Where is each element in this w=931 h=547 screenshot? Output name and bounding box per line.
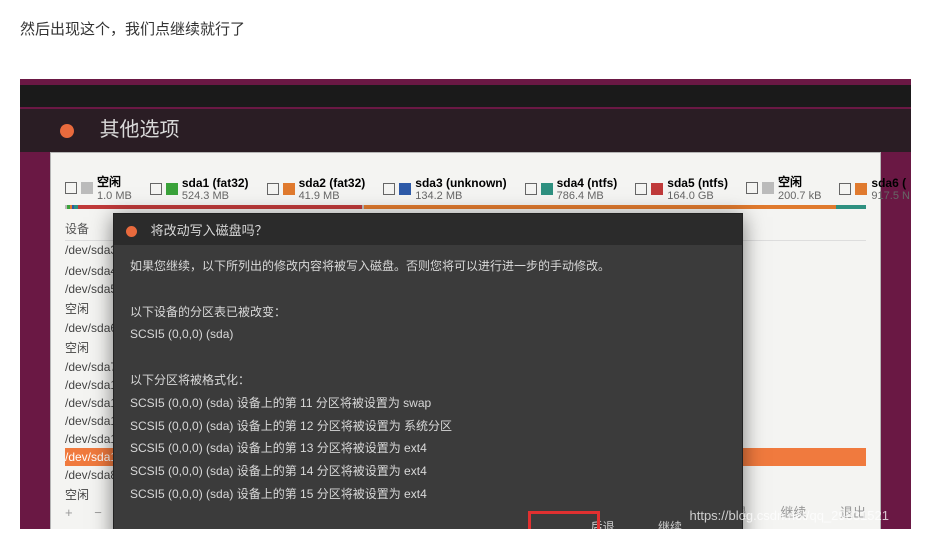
dialog-text: SCSI5 (0,0,0) (sda) 设备上的第 11 分区将被设置为 swa… (130, 392, 726, 415)
dialog-close-icon[interactable] (126, 226, 137, 237)
dialog-text: 以下分区将被格式化： (130, 369, 726, 392)
dialog-text: SCSI5 (0,0,0) (sda) (130, 323, 726, 346)
close-icon[interactable] (60, 124, 74, 138)
dialog-text: SCSI5 (0,0,0) (sda) 设备上的第 14 分区将被设置为 ext… (130, 460, 726, 483)
window-title-bar: 其他选项 (20, 109, 911, 152)
dialog-text: 如果您继续，以下所列出的修改内容将被写入磁盘。否则您将可以进行进一步的手动修改。 (130, 255, 726, 278)
watermark-text: https://blog.csdn.net/qq_29631521 (690, 508, 890, 523)
confirm-dialog: 将改动写入磁盘吗？ 如果您继续，以下所列出的修改内容将被写入磁盘。否则您将可以进… (113, 213, 743, 529)
checkbox-icon[interactable] (65, 182, 77, 194)
partition-legend-item: sda3 (unknown)134.2 MB (383, 176, 506, 202)
checkbox-icon[interactable] (746, 182, 758, 194)
partition-panel: 空闲1.0 MB sda1 (fat32)524.3 MB sda2 (fat3… (50, 152, 881, 529)
article-caption: 然后出现这个，我们点继续就行了 (0, 0, 931, 79)
dialog-text: SCSI5 (0,0,0) (sda) 设备上的第 13 分区将被设置为 ext… (130, 437, 726, 460)
color-swatch (81, 182, 93, 194)
partition-legend-item: 空闲1.0 MB (65, 173, 132, 202)
checkbox-icon[interactable] (383, 183, 395, 195)
dialog-back-button[interactable]: 后退 (591, 518, 615, 529)
checkbox-icon[interactable] (150, 183, 162, 195)
dialog-text: SCSI5 (0,0,0) (sda) 设备上的第 12 分区将被设置为 系统分… (130, 415, 726, 438)
partition-legend: 空闲1.0 MB sda1 (fat32)524.3 MB sda2 (fat3… (65, 173, 866, 202)
checkbox-icon[interactable] (839, 183, 851, 195)
partition-legend-item: 空闲200.7 kB (746, 173, 821, 202)
color-swatch (651, 183, 663, 195)
partition-legend-item: sda2 (fat32)41.9 MB (267, 176, 366, 202)
checkbox-icon[interactable] (525, 183, 537, 195)
color-swatch (399, 183, 411, 195)
partition-legend-item: sda1 (fat32)524.3 MB (150, 176, 249, 202)
dialog-body: 如果您继续，以下所列出的修改内容将被写入磁盘。否则您将可以进行进一步的手动修改。… (114, 245, 742, 512)
add-partition-button[interactable]: + (65, 505, 73, 520)
color-swatch (855, 183, 867, 195)
color-swatch (283, 183, 295, 195)
dialog-continue-button[interactable]: 继续 (658, 518, 682, 529)
color-swatch (541, 183, 553, 195)
desktop-menu-bar (20, 85, 911, 107)
dialog-title-bar: 将改动写入磁盘吗？ (114, 214, 742, 245)
dialog-text: 以下设备的分区表已被改变： (130, 301, 726, 324)
screenshot-frame: 其他选项 空闲1.0 MB sda1 (fat32)524.3 MB sda2 … (20, 79, 911, 529)
window-title: 其他选项 (100, 119, 180, 141)
partition-legend-item: sda6 (917.5 N (839, 176, 910, 202)
partition-legend-item: sda5 (ntfs)164.0 GB (635, 176, 728, 202)
color-swatch (762, 182, 774, 194)
dialog-title: 将改动写入磁盘吗？ (151, 223, 268, 238)
color-swatch (166, 183, 178, 195)
disk-usage-strip (65, 205, 866, 209)
checkbox-icon[interactable] (267, 183, 279, 195)
remove-partition-button[interactable]: − (94, 505, 102, 520)
checkbox-icon[interactable] (635, 183, 647, 195)
dialog-text: SCSI5 (0,0,0) (sda) 设备上的第 15 分区将被设置为 ext… (130, 483, 726, 506)
partition-legend-item: sda4 (ntfs)786.4 MB (525, 176, 618, 202)
